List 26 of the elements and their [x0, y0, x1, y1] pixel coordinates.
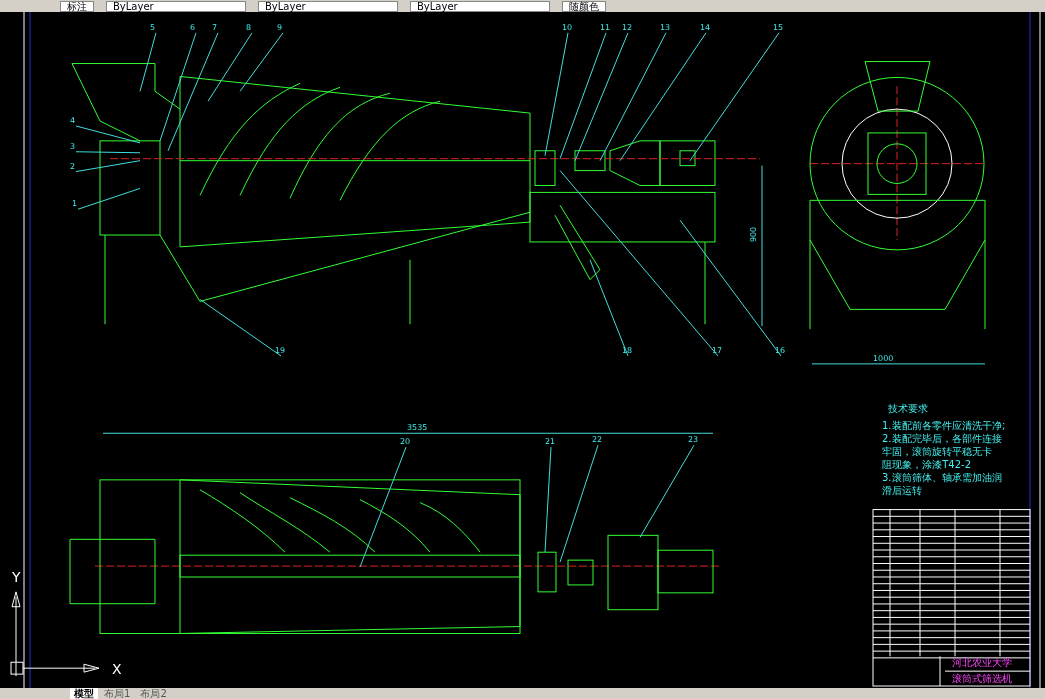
leader-line	[139, 32, 157, 92]
note-line: 1.装配前各零件应清洗干净;	[882, 420, 1006, 432]
leader-line	[75, 160, 141, 173]
layout-tab[interactable]: 布局1	[100, 688, 135, 699]
university-name: 河北农业大学	[952, 657, 1013, 669]
plot-style-dropdown[interactable]: 随颜色	[562, 0, 606, 12]
note-line: 3.滚筒筛体、轴承需加油润	[882, 471, 1002, 483]
dimension-text: 900	[748, 226, 758, 242]
note-line: 滑后运转	[882, 484, 923, 496]
note-line: 2.装配完毕后，各部件连接	[882, 433, 1002, 445]
y-axis-label: Y	[12, 569, 21, 585]
color-dropdown[interactable]: ByLayer	[106, 0, 246, 12]
leader-line	[75, 125, 141, 144]
lineweight-dropdown[interactable]: ByLayer	[410, 0, 550, 12]
note-line: 阻现象，涂漆T42-2	[882, 459, 971, 470]
x-axis-label: X	[112, 661, 122, 678]
note-line: 牢固，滚筒旋转平稳无卡	[882, 446, 993, 458]
linetype-dropdown[interactable]: ByLayer	[258, 0, 398, 12]
notes-heading: 技术要求	[888, 403, 929, 415]
layer-dropdown[interactable]: 标注	[60, 0, 94, 12]
leader-line	[75, 151, 141, 154]
drawing-title: 滚筒式筛选机	[952, 673, 1013, 685]
layout-tab[interactable]: 模型	[70, 688, 98, 699]
leader-line	[77, 187, 141, 210]
layout-tab[interactable]: 布局2	[136, 688, 171, 699]
leader-line	[239, 32, 284, 92]
